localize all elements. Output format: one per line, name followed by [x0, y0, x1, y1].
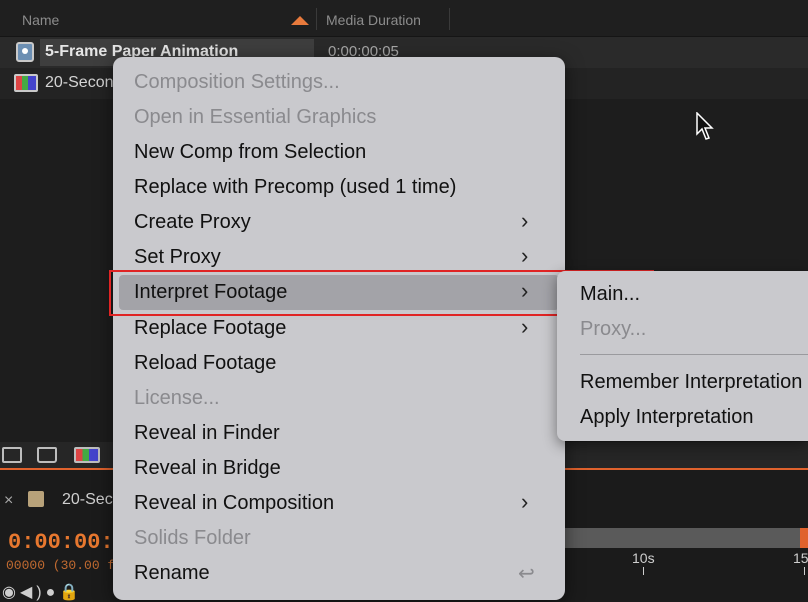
interpret-footage-icon[interactable] — [2, 447, 22, 463]
name-column-header[interactable]: Name — [22, 12, 59, 28]
close-tab-icon[interactable]: × — [4, 492, 13, 510]
media-duration-column-header[interactable]: Media Duration — [326, 12, 421, 28]
context-menu: Composition Settings... Open in Essentia… — [113, 57, 565, 600]
time-ruler-label: 15 — [793, 550, 808, 566]
menu-item-reveal-in-composition[interactable]: Reveal in Composition › — [113, 486, 565, 521]
timeline-tab-name[interactable]: 20-Sec — [62, 491, 113, 509]
frame-count-display: 00000 (30.00 fp — [6, 558, 124, 573]
project-panel-header: Name Media Duration — [0, 0, 808, 37]
menu-item-reload-footage[interactable]: Reload Footage — [113, 346, 565, 381]
menu-item-replace-with-precomp[interactable]: Replace with Precomp (used 1 time) — [113, 170, 565, 205]
new-composition-icon[interactable] — [74, 447, 100, 463]
submenu-item-proxy[interactable]: Proxy... — [557, 312, 808, 346]
interpret-footage-submenu: Main... Proxy... Remember Interpretation… — [557, 271, 808, 441]
layer-switch-icons[interactable]: ◉◀)●🔒 — [2, 582, 83, 602]
composition-icon — [16, 42, 34, 62]
menu-separator — [580, 354, 808, 355]
submenu-item-main[interactable]: Main... — [557, 277, 808, 311]
chevron-right-icon: › — [521, 243, 529, 268]
sort-ascending-icon[interactable] — [291, 16, 309, 25]
column-divider[interactable] — [449, 8, 450, 30]
work-area-end-handle[interactable] — [800, 528, 808, 548]
menu-item-new-comp-from-selection[interactable]: New Comp from Selection — [113, 135, 565, 170]
project-item-name: 20-Secon — [45, 74, 114, 91]
chevron-right-icon: › — [521, 314, 529, 339]
submenu-item-apply-interpretation[interactable]: Apply Interpretation — [557, 400, 808, 434]
folder-icon[interactable] — [37, 447, 57, 463]
menu-item-replace-footage[interactable]: Replace Footage › — [113, 311, 565, 346]
time-ruler-tick — [643, 567, 644, 575]
current-time-display[interactable]: 0:00:00:0 — [8, 530, 127, 555]
column-divider[interactable] — [316, 8, 317, 30]
work-area-bar[interactable] — [565, 528, 808, 548]
menu-item-composition-settings[interactable]: Composition Settings... — [113, 65, 565, 100]
time-ruler-tick — [804, 567, 805, 575]
time-ruler-label: 10s — [632, 550, 655, 566]
menu-item-license[interactable]: License... — [113, 381, 565, 416]
mouse-cursor-icon — [696, 112, 714, 140]
submenu-item-remember-interpretation[interactable]: Remember Interpretation — [557, 365, 808, 399]
chevron-right-icon: › — [521, 208, 529, 233]
comp-color-swatch — [28, 491, 44, 507]
menu-item-rename[interactable]: Rename ↩ — [113, 556, 565, 591]
return-key-icon: ↩ — [518, 563, 535, 585]
menu-item-solids-folder[interactable]: Solids Folder — [113, 521, 565, 556]
menu-item-reveal-in-bridge[interactable]: Reveal in Bridge — [113, 451, 565, 486]
menu-item-open-in-essential-graphics[interactable]: Open in Essential Graphics — [113, 100, 565, 135]
footage-icon — [14, 74, 38, 92]
chevron-right-icon: › — [521, 489, 529, 514]
menu-item-create-proxy[interactable]: Create Proxy › — [113, 205, 565, 240]
menu-item-reveal-in-finder[interactable]: Reveal in Finder — [113, 416, 565, 451]
